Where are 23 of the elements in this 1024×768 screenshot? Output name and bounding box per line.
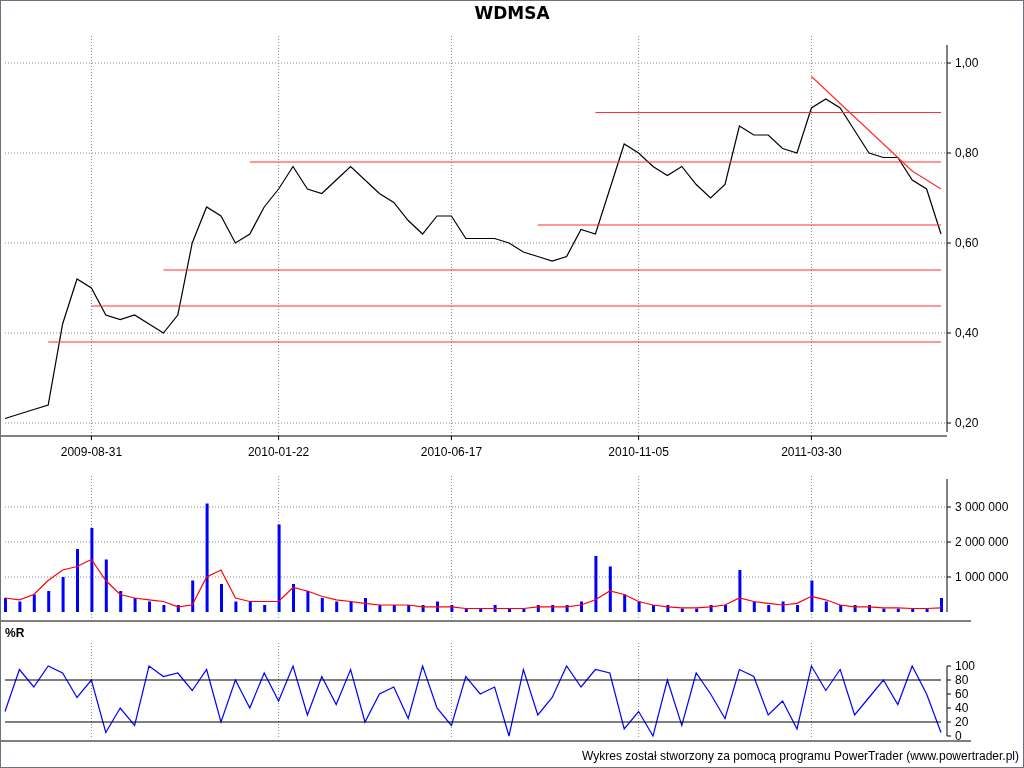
axis-label: 2010-01-22 [247,445,310,459]
axis-label: 3 000 000 [955,500,1009,514]
axis-label: 0 [955,729,962,743]
axis-label: 0,80 [955,146,979,160]
axis-label: 2010-06-17 [420,445,483,459]
axis-label: 1,00 [955,56,979,70]
axis-label: 60 [955,687,969,701]
axis-label: 80 [955,673,969,687]
axis-label: 1 000 000 [955,570,1009,584]
axis-label: 2011-03-30 [781,445,842,459]
axis-label: 40 [955,701,969,715]
axis-label: 2 000 000 [955,535,1009,549]
footer-text: Wykres został stworzony za pomocą programu PowerTrader (www.powertrader.pl) [582,747,1019,765]
axis-label: 2010-11-05 [608,445,669,459]
y-axis [946,665,952,737]
axis-label: 0,40 [955,326,979,340]
chart-title: WDMSA [474,1,550,25]
axis-label: 20 [955,715,969,729]
axis-label: 100 [955,659,976,673]
panel-label: %R [5,625,25,642]
axis-label: 2009-08-31 [60,445,123,459]
axis-label: 0,60 [955,236,979,250]
axis-label: 0,20 [955,416,979,430]
